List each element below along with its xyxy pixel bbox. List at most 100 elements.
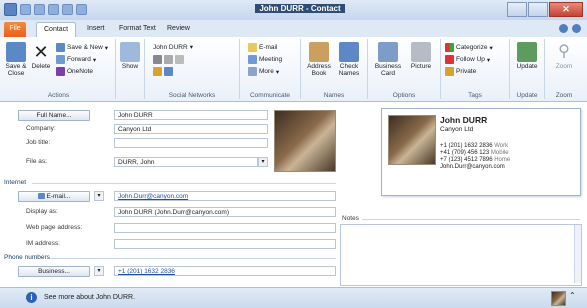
display-as-field[interactable]: John DURR (John.Durr@canyon.com) [114, 207, 336, 217]
company-label: Company: [26, 125, 56, 132]
job-title-label: Job title: [26, 139, 51, 146]
social-row-2 [153, 67, 173, 76]
onenote-icon [56, 67, 65, 76]
save-close-button[interactable]: Save & Close [4, 42, 28, 77]
phone-divider [50, 258, 336, 259]
business-phone-dropdown[interactable]: ▾ [94, 266, 104, 276]
group-social-networks: John DURR ▾ Social Networks [145, 39, 240, 99]
close-button[interactable]: ✕ [549, 2, 583, 17]
up-arrow-icon[interactable] [62, 4, 73, 15]
see-more-text[interactable]: See more about John DURR. [44, 294, 135, 301]
email-value: John.Durr@canyon.com [118, 193, 189, 200]
tab-contact[interactable]: Contact [36, 22, 77, 38]
update-label: Update [516, 63, 538, 70]
zoom-button[interactable]: ⚲ Zoom [550, 42, 578, 70]
outlook-icon[interactable] [4, 3, 17, 16]
group-social-label: Social Networks [168, 92, 216, 99]
status-photo[interactable] [551, 291, 566, 306]
people-icon[interactable] [164, 55, 173, 64]
display-as-label: Display as: [26, 208, 58, 215]
file-as-label: File as: [26, 158, 47, 165]
tab-format-text[interactable]: Format Text [112, 22, 163, 37]
magnifier-icon: ⚲ [558, 43, 570, 60]
full-name-field[interactable]: John DURR [114, 110, 268, 120]
group-show: Show [116, 39, 145, 99]
down-arrow-icon[interactable] [76, 4, 87, 15]
social-contact-selector[interactable]: John DURR ▾ [153, 43, 193, 52]
company-field[interactable]: Canyon Ltd [114, 124, 268, 134]
group-update-label: Update [516, 92, 538, 99]
email-type-dropdown[interactable]: ▾ [94, 191, 104, 201]
status-icon[interactable] [164, 67, 173, 76]
file-as-dropdown[interactable]: ▾ [258, 157, 268, 167]
undo-icon[interactable] [34, 4, 45, 15]
picture-button[interactable]: Picture [406, 42, 436, 70]
sync-icon[interactable] [175, 55, 184, 64]
email-button[interactable]: E-mail [248, 43, 277, 52]
private-button[interactable]: Private [445, 67, 476, 76]
tab-insert[interactable]: Insert [80, 22, 112, 37]
job-title-field[interactable] [114, 138, 268, 148]
file-as-field[interactable]: DURR, John [114, 157, 258, 167]
web-page-field[interactable] [114, 223, 336, 233]
contact-photo[interactable] [274, 110, 336, 172]
card-photo [388, 115, 436, 165]
person-icon[interactable] [153, 55, 162, 64]
delete-label: Delete [31, 63, 51, 70]
forward-icon [56, 55, 65, 64]
show-label: Show [121, 63, 139, 70]
card-phone-list: +1 (201) 1632 2836 Work +41 (709) 456 12… [440, 143, 510, 171]
follow-up-button[interactable]: Follow Up ▾ [445, 55, 490, 64]
redo-icon[interactable] [48, 4, 59, 15]
minimize-button[interactable] [507, 2, 527, 17]
save-new-button[interactable]: Save & New ▾ [56, 43, 108, 52]
notes-divider [362, 219, 580, 220]
people-pane-bar: i See more about John DURR. ⌃ [0, 287, 587, 308]
card-company: Canyon Ltd [440, 126, 474, 133]
card-phone-home: +7 (123) 4512 7896 Home [440, 157, 511, 163]
delete-button[interactable]: ✕ Delete [30, 42, 52, 70]
notes-scrollbar[interactable] [574, 225, 581, 283]
help-controls [559, 24, 581, 33]
categorize-label: Categorize [456, 44, 488, 51]
contact-window: John DURR - Contact ✕ File Contact Inser… [0, 0, 587, 308]
business-card-label: Business Card [374, 63, 402, 77]
business-phone-button[interactable]: Business... [18, 266, 90, 277]
im-address-field[interactable] [114, 239, 336, 249]
more-button[interactable]: More ▾ [248, 67, 279, 76]
update-button[interactable]: Update [513, 42, 541, 70]
onenote-button[interactable]: OneNote [56, 67, 93, 76]
picture-label: Picture [410, 63, 432, 70]
forward-label: Forward [67, 56, 91, 63]
email-button-form[interactable]: E-mail... [18, 191, 90, 202]
expand-pane-icon[interactable]: ⌃ [569, 291, 576, 300]
check-names-label: Check Names [338, 63, 360, 77]
save-close-label: Save & Close [5, 63, 27, 77]
address-book-button[interactable]: Address Book [305, 42, 333, 77]
full-name-button[interactable]: Full Name... [18, 110, 90, 121]
meeting-button[interactable]: Meeting [248, 55, 282, 64]
business-phone-field[interactable]: +1 (201) 1632 2836 [114, 266, 336, 276]
phone-section-label: Phone numbers [4, 254, 50, 261]
help-icon[interactable] [572, 24, 581, 33]
picture-icon [411, 42, 431, 62]
save-icon[interactable] [20, 4, 31, 15]
tab-file[interactable]: File [4, 22, 26, 37]
group-zoom-label: Zoom [555, 92, 573, 99]
notes-area[interactable] [340, 224, 582, 286]
collapse-ribbon-icon[interactable] [559, 24, 568, 33]
tab-review[interactable]: Review [160, 22, 197, 37]
group-tags: Categorize ▾ Follow Up ▾ Private Tags [441, 39, 510, 99]
zoom-label: Zoom [555, 63, 573, 70]
show-button[interactable]: Show [119, 42, 141, 70]
business-card-button[interactable]: Business Card [372, 42, 404, 77]
activity-icon[interactable] [153, 67, 162, 76]
categorize-button[interactable]: Categorize ▾ [445, 43, 493, 52]
forward-button[interactable]: Forward ▾ [56, 55, 96, 64]
email-field[interactable]: John.Durr@canyon.com [114, 191, 336, 201]
delete-icon: ✕ [33, 42, 49, 62]
check-names-button[interactable]: Check Names [335, 42, 363, 77]
window-title-suffix: - Contact [306, 4, 341, 13]
business-card[interactable]: John DURR Canyon Ltd +1 (201) 1632 2836 … [381, 108, 581, 196]
maximize-button[interactable] [528, 2, 548, 17]
